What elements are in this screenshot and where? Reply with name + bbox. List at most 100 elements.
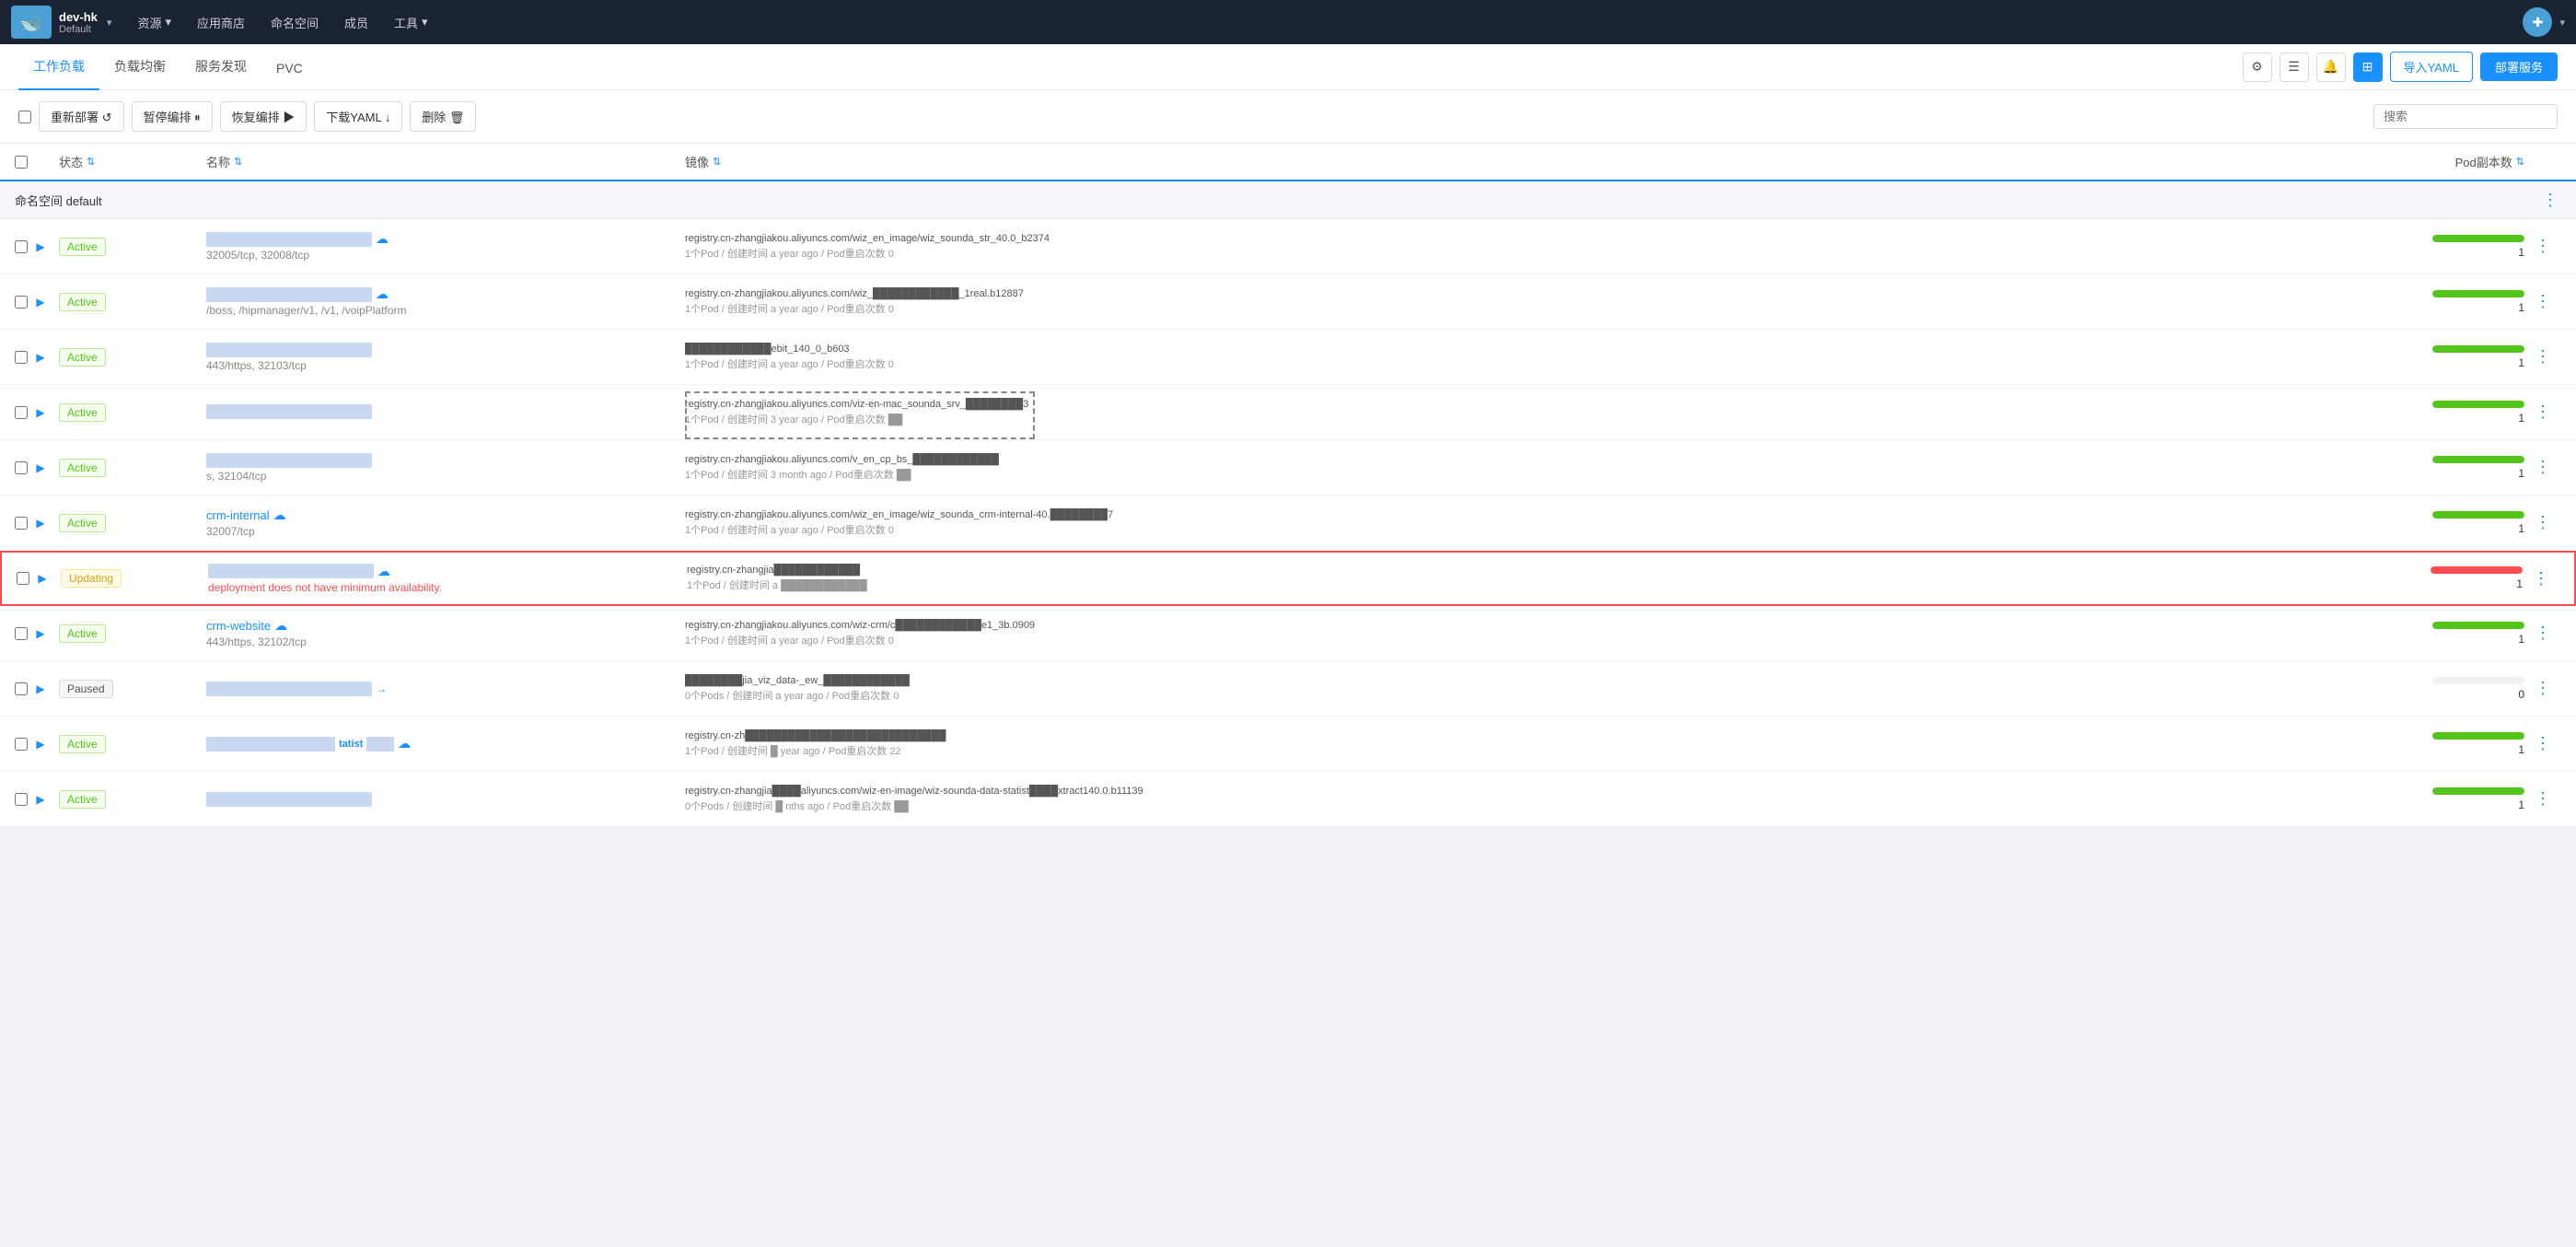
row5-pod-bar (2432, 456, 2524, 463)
status-badge: Active (59, 790, 106, 809)
row11-name (206, 792, 685, 807)
row8-ports: 443/https, 32102/tcp (206, 635, 685, 648)
redeploy-button[interactable]: 重新部署 ↺ (39, 101, 124, 132)
row9-checkbox[interactable] (15, 682, 28, 695)
row8-more-button[interactable]: ⋮ (2532, 623, 2554, 645)
row7-service-name[interactable]: ☁ (208, 564, 687, 579)
namespace-more-button[interactable]: ⋮ (2539, 189, 2561, 211)
header-actions (2524, 153, 2561, 170)
row11-expand-btn[interactable]: ▶ (31, 790, 50, 809)
table-row: ▶ Paused → ████████jia_viz_data-_ew_████… (0, 661, 2576, 717)
nav-members[interactable]: 成员 (333, 8, 379, 37)
tab-service-discovery[interactable]: 服务发现 (180, 44, 261, 90)
row8-expand-btn[interactable]: ▶ (31, 624, 50, 643)
row1-pod-bar-fill (2432, 235, 2524, 242)
arrow-icon: → (376, 682, 387, 695)
pause-button[interactable]: 暂停编排 ⏸ (132, 101, 213, 132)
row7-status: Updating (61, 569, 208, 588)
import-yaml-button[interactable]: 导入YAML (2390, 52, 2473, 82)
row11-checkbox[interactable] (15, 793, 28, 806)
row5-expand-btn[interactable]: ▶ (31, 459, 50, 477)
row10-service-name[interactable]: tatist ☁ (206, 736, 685, 752)
row4-checkbox[interactable] (15, 406, 28, 419)
row3-expand-btn[interactable]: ▶ (31, 348, 50, 367)
row4-service-name[interactable] (206, 404, 685, 419)
row5-service-name[interactable] (206, 453, 685, 468)
row1-checkbox[interactable] (15, 240, 28, 253)
row2-checkbox[interactable] (15, 296, 28, 309)
download-yaml-button[interactable]: 下载YAML ↓ (314, 101, 402, 132)
header-pods[interactable]: Pod副本数 ⇅ (2396, 153, 2524, 170)
row9-name: → (206, 682, 685, 696)
row7-more-button[interactable]: ⋮ (2530, 567, 2552, 589)
row10-more-button[interactable]: ⋮ (2532, 733, 2554, 755)
row9-expand-btn[interactable]: ▶ (31, 680, 50, 698)
namespace-row: 命名空间 default ⋮ (0, 181, 2576, 219)
row2-more-button[interactable]: ⋮ (2532, 291, 2554, 313)
resume-button[interactable]: 恢复编排 ▶ (220, 101, 307, 132)
row7-checkbox[interactable] (17, 572, 29, 585)
row5-checkbox[interactable] (15, 461, 28, 474)
row6-more-button[interactable]: ⋮ (2532, 512, 2554, 534)
delete-button[interactable]: 删除 🗑 (410, 101, 476, 132)
row2-name: ☁ /boss, /hipmanager/v1, /v1, /voipPlatf… (206, 286, 685, 317)
row6-service-name[interactable]: crm-internal ☁ (206, 507, 685, 523)
grid-icon-btn[interactable]: ⊞ (2353, 52, 2383, 82)
row8-checkbox[interactable] (15, 627, 28, 640)
row6-expand-btn[interactable]: ▶ (31, 514, 50, 532)
tab-loadbalance[interactable]: 负载均衡 (99, 44, 180, 90)
row11-more-button[interactable]: ⋮ (2532, 788, 2554, 810)
row6-status: Active (59, 514, 206, 532)
row4-expand-btn[interactable]: ▶ (31, 403, 50, 422)
avatar-dropdown-icon[interactable]: ▾ (2559, 17, 2565, 29)
row1-more-button[interactable]: ⋮ (2532, 236, 2554, 258)
tab-pvc[interactable]: PVC (261, 48, 318, 90)
row10-checkbox[interactable] (15, 738, 28, 751)
row6-name-text: crm-internal (206, 508, 270, 522)
list-icon-btn[interactable]: ☰ (2280, 52, 2309, 82)
row5-more-button[interactable]: ⋮ (2532, 457, 2554, 479)
row9-service-name[interactable]: → (206, 682, 685, 696)
row9-more-button[interactable]: ⋮ (2532, 678, 2554, 700)
table: 状态 ⇅ 名称 ⇅ 镜像 ⇅ Pod副本数 ⇅ 命名空间 default ⋮ ▶… (0, 144, 2576, 827)
header-status[interactable]: 状态 ⇅ (59, 153, 206, 170)
nav-resources[interactable]: 资源 ▾ (126, 8, 182, 37)
cluster-dropdown-icon[interactable]: ▾ (107, 17, 112, 29)
row2-expand-btn[interactable]: ▶ (31, 293, 50, 311)
settings-icon-btn[interactable]: ⚙ (2243, 52, 2272, 82)
row1-service-name[interactable]: ☁ (206, 231, 685, 247)
header-image[interactable]: 镜像 ⇅ (685, 153, 2396, 170)
status-sort-icon: ⇅ (87, 156, 95, 168)
row10-expand-btn[interactable]: ▶ (31, 735, 50, 753)
user-avatar[interactable]: ✚ (2523, 7, 2552, 37)
header-select-all[interactable] (15, 156, 28, 169)
row11-service-name[interactable] (206, 792, 685, 807)
row7-expand-btn[interactable]: ▶ (33, 569, 52, 588)
deploy-service-button[interactable]: 部署服务 (2480, 52, 2558, 81)
row7-pods: 1 (2394, 566, 2523, 590)
row8-service-name[interactable]: crm-website ☁ (206, 618, 685, 634)
bell-icon-btn[interactable]: 🔔 (2316, 52, 2346, 82)
row3-image-text: ████████████ebit_140_0_b603 (685, 344, 2396, 355)
row9-pods: 0 (2396, 677, 2524, 701)
row11-name-text (206, 792, 372, 807)
row7-name-text (208, 564, 374, 578)
row7-name: ☁ deployment does not have minimum avail… (208, 564, 687, 594)
search-input[interactable] (2373, 104, 2558, 129)
tab-workload[interactable]: 工作负载 (18, 44, 99, 90)
row3-more-button[interactable]: ⋮ (2532, 346, 2554, 368)
row6-checkbox[interactable] (15, 517, 28, 530)
row6-image-text: registry.cn-zhangjiakou.aliyuncs.com/wiz… (685, 509, 2396, 520)
row4-more-button[interactable]: ⋮ (2532, 402, 2554, 424)
nav-tools[interactable]: 工具 ▾ (383, 8, 439, 37)
nav-appstore[interactable]: 应用商店 (186, 8, 256, 37)
header-name[interactable]: 名称 ⇅ (206, 153, 685, 170)
select-all-checkbox[interactable] (18, 111, 31, 123)
row1-expand-btn[interactable]: ▶ (31, 238, 50, 256)
row11-pods: 1 (2396, 787, 2524, 811)
row2-service-name[interactable]: ☁ (206, 286, 685, 302)
nav-namespace[interactable]: 命名空间 (260, 8, 330, 37)
row10-status: Active (59, 735, 206, 753)
row3-service-name[interactable] (206, 343, 685, 357)
row3-checkbox[interactable] (15, 351, 28, 364)
